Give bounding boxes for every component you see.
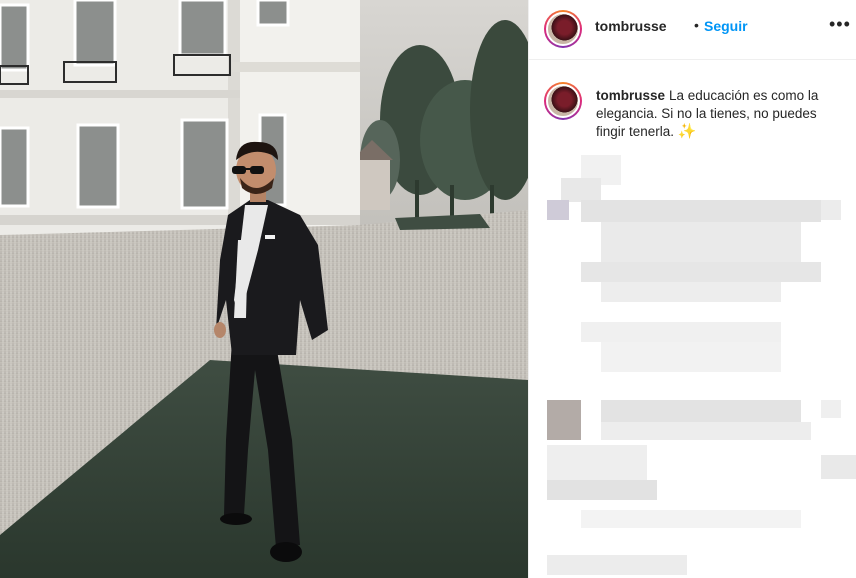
profile-avatar[interactable] [544,10,582,48]
blurred-comments [529,150,856,578]
post-header: tombrusse • Seguir ••• [529,0,856,60]
post-photo[interactable] [0,0,528,578]
caption-username[interactable]: tombrusse [596,88,665,103]
post-sidebar: tombrusse • Seguir ••• tombrusse La educa… [528,0,856,578]
follow-button[interactable]: Seguir [704,18,748,34]
caption-text-block: tombrusse La educación es como la eleganc… [596,87,846,141]
caption-avatar[interactable] [544,82,582,120]
header-username[interactable]: tombrusse [595,18,667,34]
sparkles-icon: ✨ [677,123,697,140]
post-photo-image [0,0,528,578]
more-options-icon[interactable]: ••• [829,14,851,35]
separator-dot: • [694,17,699,33]
